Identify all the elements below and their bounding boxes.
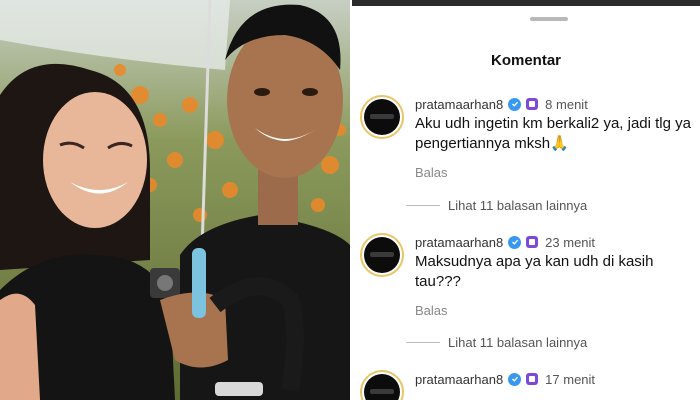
creator-badge-icon: [526, 98, 539, 110]
panel-title: Komentar: [490, 52, 561, 69]
avatar[interactable]: [360, 95, 404, 139]
more-replies-label: Lihat 11 balasan lainnya: [448, 334, 588, 350]
photo-illustration: [0, 0, 350, 400]
comment-meta: pratamaarhan8 8 menit: [415, 96, 588, 112]
view-more-replies[interactable]: Lihat 11 balasan lainnya: [406, 197, 588, 213]
comment-item: pratamaarhan8 8 menit Aku udh ingetin km…: [352, 95, 700, 225]
comment-time: 17 menit: [545, 371, 596, 387]
comment-username[interactable]: pratamaarhan8: [415, 372, 503, 387]
creator-badge-icon: [526, 236, 539, 248]
comment-text: Maksudnya apa ya kan udh di kasih tau???: [415, 253, 654, 290]
comment-username[interactable]: pratamaarhan8: [415, 97, 503, 112]
comment-time: 8 menit: [545, 96, 588, 112]
avatar[interactable]: [360, 233, 404, 277]
comment-meta: pratamaarhan8 17 menit: [415, 371, 595, 387]
verified-icon: [508, 235, 522, 249]
more-replies-label: Lihat 11 balasan lainnya: [448, 197, 588, 213]
comment-time: 23 menit: [545, 234, 596, 250]
reply-button[interactable]: Balas: [415, 303, 448, 318]
comment-username[interactable]: pratamaarhan8: [415, 235, 503, 250]
reply-button[interactable]: Balas: [415, 165, 448, 180]
avatar[interactable]: [360, 370, 404, 400]
couple-photo: [0, 0, 350, 400]
comments-panel: Komentar pratamaarhan8 8 menit Aku udh i…: [352, 0, 700, 400]
creator-badge-icon: [526, 373, 539, 385]
panel-top-strip: [352, 0, 700, 6]
sheet-drag-handle[interactable]: [530, 17, 568, 21]
more-replies-line: [406, 341, 440, 343]
comment-item: pratamaarhan8 17 menit: [352, 370, 700, 400]
comment-text: Aku udh ingetin km berkali2 ya, jadi tlg…: [415, 115, 691, 152]
verified-icon: [508, 97, 522, 111]
more-replies-line: [406, 204, 440, 206]
comment-item: pratamaarhan8 23 menit Maksudnya apa ya …: [352, 233, 700, 363]
view-more-replies[interactable]: Lihat 11 balasan lainnya: [406, 334, 588, 350]
verified-icon: [508, 372, 522, 386]
comment-meta: pratamaarhan8 23 menit: [415, 234, 595, 250]
